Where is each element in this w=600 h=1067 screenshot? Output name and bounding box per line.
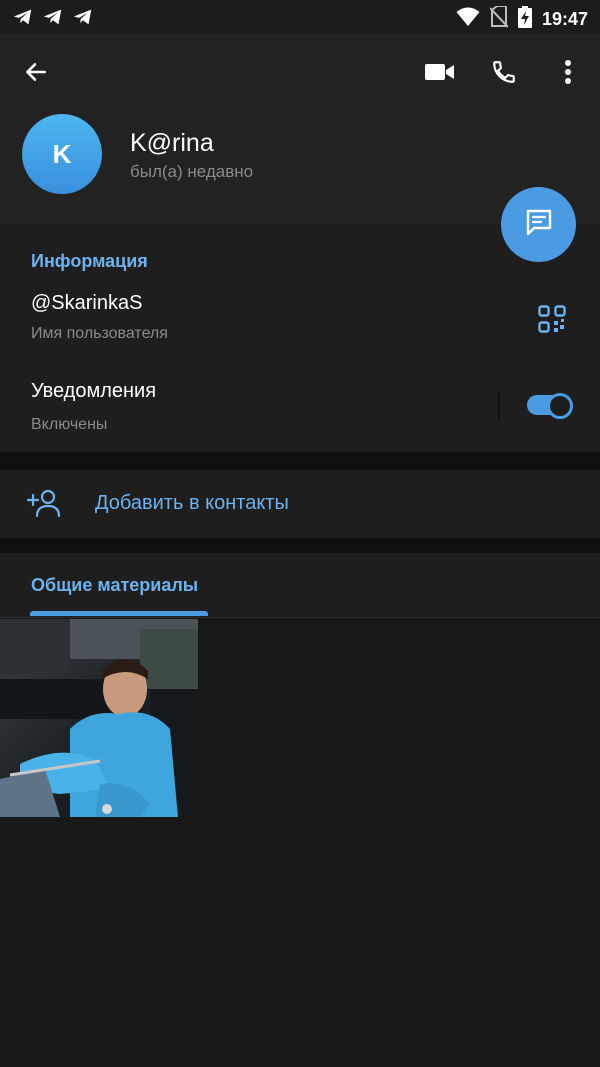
qr-code-icon [538,305,566,337]
shared-media-tabs: Общие материалы [0,553,600,618]
telegram-icon [42,6,64,33]
username-value: @SkarinkaS [31,292,143,314]
telegram-icon [72,6,94,33]
qr-code-button[interactable] [538,305,566,338]
info-heading: Информация [31,251,148,271]
phone-icon [491,59,517,90]
system-icons: 19:47 [456,5,588,33]
add-to-contacts-label: Добавить в контакты [95,492,289,514]
notifications-state: Включены [31,416,108,433]
shared-media-photo[interactable] [0,619,198,817]
more-button[interactable] [548,54,588,94]
add-to-contacts-button[interactable]: Добавить в контакты [0,470,600,538]
back-button[interactable] [16,54,56,94]
avatar-letter: K [52,138,72,169]
add-person-icon [26,488,61,523]
profile-name: K@rina [130,129,214,157]
telegram-icon [12,6,34,33]
notifications-label: Уведомления [31,380,157,402]
toggle-knob [547,393,573,419]
arrow-left-icon [23,59,49,90]
more-vertical-icon [564,59,572,90]
video-call-button[interactable] [420,54,460,94]
call-button[interactable] [484,54,524,94]
no-sim-icon [489,5,509,33]
battery-charging-icon [517,6,532,33]
toggle-divider [498,392,500,420]
photo-thumbnail [0,619,198,817]
username-caption: Имя пользователя [31,325,168,342]
profile-header: K K@rina был(а) недавно [0,34,600,224]
video-camera-icon [425,61,455,88]
last-seen-status: был(а) недавно [130,162,254,181]
tab-indicator [30,611,208,616]
clock: 19:47 [541,9,588,29]
send-message-button[interactable] [501,187,576,262]
wifi-icon [456,7,480,32]
section-divider [0,452,600,470]
avatar[interactable]: K [22,114,102,194]
status-bar: 19:47 [0,0,600,34]
tab-shared-media[interactable]: Общие материалы [31,575,198,596]
section-divider [0,538,600,553]
notification-icons [12,6,94,33]
message-icon [523,206,555,243]
